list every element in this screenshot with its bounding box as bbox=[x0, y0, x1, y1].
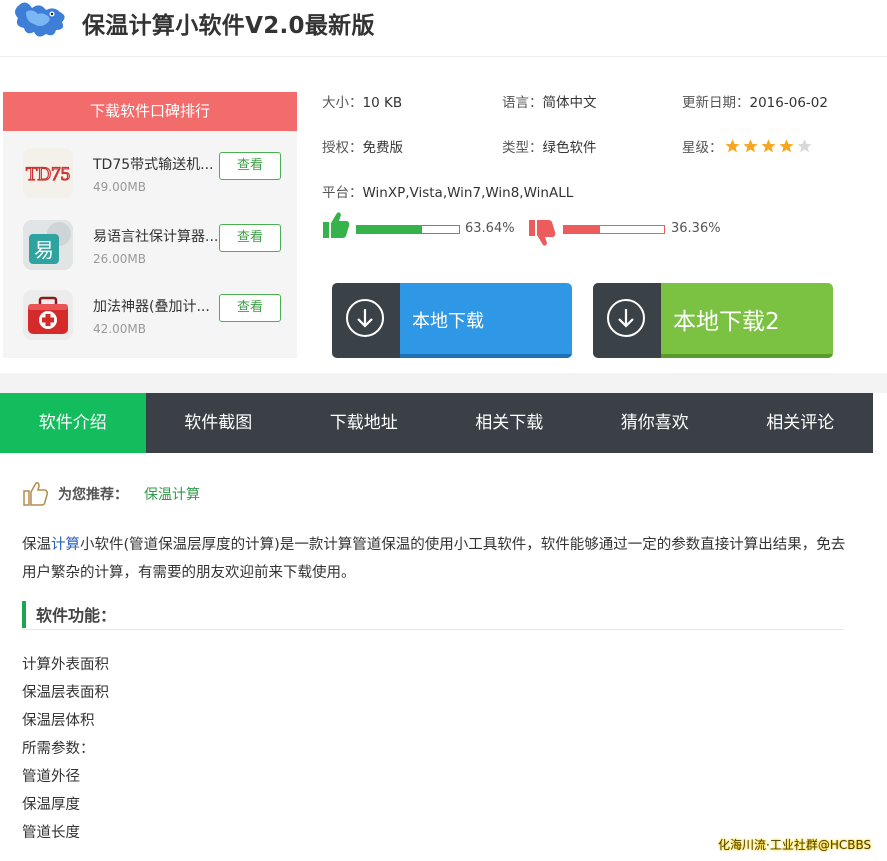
size-label: 大小： bbox=[322, 95, 363, 111]
features-title: 软件功能： bbox=[36, 606, 117, 625]
feature-item: 所需参数： bbox=[22, 741, 95, 757]
first-aid-kit-icon[interactable] bbox=[23, 290, 73, 340]
ranking-title: 下载软件口碑排行 bbox=[3, 92, 297, 131]
features-list: 计算外表面积 保温层表面积 保温层体积 所需参数： 管道外径 保温厚度 管道长度 bbox=[22, 651, 109, 847]
feature-item: 管道长度 bbox=[22, 825, 80, 841]
info-size: 大小：10 KB bbox=[322, 91, 402, 111]
download-button-icon-area bbox=[593, 283, 661, 358]
date-value: 2016-06-02 bbox=[749, 95, 828, 111]
star-filled-icon bbox=[779, 139, 794, 153]
info-rating: 星级： bbox=[682, 136, 723, 156]
thumbs-up-outline-icon bbox=[22, 480, 50, 512]
info-type: 类型：绿色软件 bbox=[502, 136, 597, 156]
local-download2-button[interactable]: 本地下载2 bbox=[593, 283, 833, 358]
star-filled-icon bbox=[725, 139, 740, 153]
tab-related-downloads[interactable]: 相关下载 bbox=[437, 393, 583, 453]
upvote-bar bbox=[356, 225, 460, 234]
yiyuyan-icon-text: 易 bbox=[34, 238, 54, 262]
license-value: 免费版 bbox=[362, 140, 404, 156]
info-update-date: 更新日期：2016-06-02 bbox=[682, 91, 828, 111]
tab-bar: 软件介绍 软件截图 下载地址 相关下载 猜你喜欢 相关评论 bbox=[0, 393, 873, 453]
ranking-item-size: 42.00MB bbox=[93, 322, 146, 336]
tab-you-may-like[interactable]: 猜你喜欢 bbox=[582, 393, 728, 453]
type-value: 绿色软件 bbox=[542, 140, 597, 156]
star-filled-icon bbox=[743, 139, 758, 153]
ranking-item-size: 49.00MB bbox=[93, 180, 146, 194]
ranking-item-name[interactable]: TD75带式输送机... bbox=[93, 154, 214, 174]
software-description: 保温计算小软件(管道保温层厚度的计算)是一款计算管道保温的使用小工具软件，软件能… bbox=[22, 531, 848, 587]
site-logo[interactable] bbox=[12, 0, 68, 42]
download-button-icon-area bbox=[332, 283, 400, 358]
heading-accent-bar bbox=[22, 601, 26, 628]
section-separator bbox=[0, 373, 887, 393]
platform-label: 平台： bbox=[322, 185, 363, 201]
yiyuyan-app-icon[interactable]: 易 bbox=[23, 220, 73, 270]
type-label: 类型： bbox=[502, 140, 543, 156]
local-download2-label: 本地下载2 bbox=[673, 309, 780, 335]
language-value: 简体中文 bbox=[542, 95, 597, 111]
ranking-item-name[interactable]: 易语言社保计算器... bbox=[93, 226, 218, 246]
feature-item: 管道外径 bbox=[22, 769, 80, 785]
date-label: 更新日期： bbox=[682, 95, 750, 111]
features-heading: 软件功能： bbox=[22, 600, 844, 630]
recommend-link[interactable]: 保温计算 bbox=[144, 484, 200, 504]
downvote-percent: 36.36% bbox=[671, 221, 721, 236]
tab-screenshots[interactable]: 软件截图 bbox=[146, 393, 292, 453]
tab-related-comments[interactable]: 相关评论 bbox=[728, 393, 874, 453]
local-download-label: 本地下载 bbox=[412, 311, 484, 332]
language-label: 语言： bbox=[502, 95, 543, 111]
feature-item: 保温层体积 bbox=[22, 713, 95, 729]
downvote-bar-fill bbox=[564, 226, 601, 233]
td75-icon-text: TD75 bbox=[26, 164, 70, 185]
description-text: 小软件(管道保温层厚度的计算)是一款计算管道保温的使用小工具软件，软件能够通过一… bbox=[22, 537, 846, 581]
star-filled-icon bbox=[761, 139, 776, 153]
recommend-label: 为您推荐： bbox=[58, 487, 128, 503]
rating-label: 星级： bbox=[682, 140, 723, 156]
description-keyword-link[interactable]: 计算 bbox=[51, 537, 80, 553]
downvote-bar bbox=[563, 225, 665, 234]
upvote-bar-fill bbox=[357, 226, 422, 233]
download-arrow-icon bbox=[346, 299, 384, 337]
page-title: 保温计算小软件V2.0最新版 bbox=[82, 13, 375, 39]
view-button[interactable]: 查看 bbox=[219, 224, 281, 252]
feature-item: 计算外表面积 bbox=[22, 657, 109, 673]
download-arrow-icon bbox=[607, 299, 645, 337]
view-button[interactable]: 查看 bbox=[219, 152, 281, 180]
thumbs-up-icon[interactable] bbox=[322, 210, 350, 244]
ranking-item[interactable]: 加法神器(叠加计... 42.00MB 查看 bbox=[3, 288, 297, 358]
ranking-item-size: 26.00MB bbox=[93, 252, 146, 266]
info-language: 语言：简体中文 bbox=[502, 91, 597, 111]
platform-value: WinXP,Vista,Win7,Win8,WinALL bbox=[362, 185, 574, 201]
local-download-button[interactable]: 本地下载 bbox=[332, 283, 572, 358]
description-text: 保温 bbox=[22, 537, 51, 553]
size-value: 10 KB bbox=[362, 95, 403, 111]
rating-stars bbox=[724, 138, 814, 158]
feature-item: 保温厚度 bbox=[22, 797, 80, 813]
header-divider bbox=[0, 56, 887, 57]
ranking-item[interactable]: 易 易语言社保计算器... 26.00MB 查看 bbox=[3, 218, 297, 288]
download-button-body: 本地下载 bbox=[400, 283, 572, 358]
tab-software-intro[interactable]: 软件介绍 bbox=[0, 393, 146, 453]
ranking-item[interactable]: TD75 TD75带式输送机... 49.00MB 查看 bbox=[3, 146, 297, 216]
tab-download-links[interactable]: 下载地址 bbox=[291, 393, 437, 453]
star-empty-icon bbox=[797, 139, 812, 153]
thumbs-down-icon[interactable] bbox=[528, 218, 556, 252]
info-license: 授权：免费版 bbox=[322, 136, 403, 156]
td75-app-icon[interactable]: TD75 bbox=[23, 148, 73, 198]
view-button[interactable]: 查看 bbox=[219, 294, 281, 322]
upvote-percent: 63.64% bbox=[465, 221, 515, 236]
watermark: 化海川流·工业社群@HCBBS bbox=[718, 838, 872, 852]
ranking-item-name[interactable]: 加法神器(叠加计... bbox=[93, 296, 210, 316]
license-label: 授权： bbox=[322, 140, 363, 156]
download-button-body: 本地下载2 bbox=[661, 283, 833, 358]
feature-item: 保温层表面积 bbox=[22, 685, 109, 701]
info-platform: 平台：WinXP,Vista,Win7,Win8,WinALL bbox=[322, 181, 573, 201]
